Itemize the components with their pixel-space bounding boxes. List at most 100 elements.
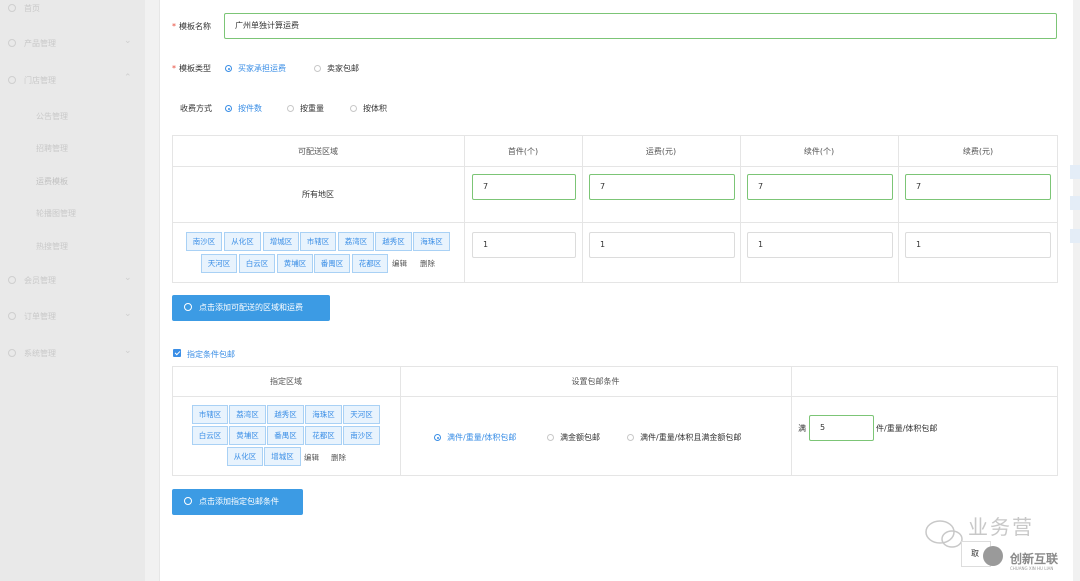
first-fee-input[interactable]: 7 xyxy=(589,174,735,200)
radio-condition-quantity[interactable]: 满件/重量/体积包邮 xyxy=(434,432,516,443)
location-pin-icon xyxy=(184,497,192,505)
sidebar-subitem[interactable]: 热搜管理 xyxy=(36,241,68,252)
sidebar-subitem[interactable]: 公告管理 xyxy=(36,111,68,122)
condition-suffix: 件/重量/体积包邮 xyxy=(876,424,938,433)
region-tag[interactable]: 市辖区 xyxy=(192,405,228,424)
table-divider xyxy=(791,366,792,476)
condition-amount-input[interactable]: 5 xyxy=(809,415,874,441)
member-icon xyxy=(8,276,16,284)
region-tag[interactable]: 荔湾区 xyxy=(338,232,374,251)
region-tag[interactable]: 花都区 xyxy=(352,254,388,273)
chevron-down-icon: ⌄ xyxy=(124,309,132,319)
radio-condition-both[interactable]: 满件/重量/体积且满金额包邮 xyxy=(627,432,741,443)
radio-seller-free[interactable]: 卖家包邮 xyxy=(314,63,359,74)
settings-icon xyxy=(8,349,16,357)
region-tag[interactable]: 南沙区 xyxy=(186,232,222,251)
region-tag[interactable]: 越秀区 xyxy=(267,405,304,424)
extra-piece-input[interactable]: 7 xyxy=(747,174,893,200)
free-shipping-checkbox[interactable] xyxy=(173,349,181,357)
radio-condition-amount[interactable]: 满金额包邮 xyxy=(547,432,600,443)
radio-by-volume[interactable]: 按体积 xyxy=(350,103,387,114)
region-tag[interactable]: 天河区 xyxy=(343,405,380,424)
brand-subtitle: CHUANG XIN HU LIAN xyxy=(1010,566,1054,571)
sidebar-subitem[interactable]: 轮播图管理 xyxy=(36,208,76,219)
region-tag[interactable]: 越秀区 xyxy=(375,232,412,251)
sidebar-subitem[interactable]: 招聘管理 xyxy=(36,143,68,154)
radio-dot xyxy=(225,105,232,112)
radio-dot xyxy=(314,65,321,72)
location-pin-icon xyxy=(184,303,192,311)
table-header: 运费(元) xyxy=(645,147,677,156)
region-tag[interactable]: 南沙区 xyxy=(343,426,380,445)
first-piece-input[interactable]: 7 xyxy=(472,174,576,200)
edge-tab[interactable] xyxy=(1070,165,1080,179)
sidebar-item-products[interactable]: 产品管理 ⌄ xyxy=(0,33,145,53)
template-name-input[interactable]: 广州单独计算运费 xyxy=(224,13,1057,39)
table-header: 指定区域 xyxy=(270,377,302,386)
region-tag[interactable]: 从化区 xyxy=(227,447,263,466)
radio-by-piece[interactable]: 按件数 xyxy=(225,103,262,114)
first-fee-input[interactable]: 1 xyxy=(589,232,735,258)
region-tag[interactable]: 番禺区 xyxy=(314,254,350,273)
charge-method-label: 收费方式 xyxy=(180,104,212,113)
table-divider xyxy=(740,135,741,283)
radio-dot xyxy=(547,434,554,441)
edge-tab[interactable] xyxy=(1070,229,1080,243)
radio-dot xyxy=(627,434,634,441)
condition-prefix: 满 xyxy=(798,424,806,433)
edit-link[interactable]: 编辑 xyxy=(304,452,319,463)
radio-dot xyxy=(225,65,232,72)
table-header: 首件(个) xyxy=(507,147,539,156)
radio-dot xyxy=(350,105,357,112)
edit-link[interactable]: 编辑 xyxy=(392,258,407,269)
radio-buyer-pays[interactable]: 买家承担运费 xyxy=(225,63,286,74)
table-divider xyxy=(172,222,1058,223)
extra-fee-input[interactable]: 7 xyxy=(905,174,1051,200)
extra-fee-input[interactable]: 1 xyxy=(905,232,1051,258)
sidebar-item-system[interactable]: 系统管理 ⌄ xyxy=(0,343,145,363)
table-divider xyxy=(172,166,1058,167)
add-condition-button[interactable]: 点击添加指定包邮条件 xyxy=(172,489,303,515)
watermark-text: 业务营 xyxy=(968,515,1034,539)
region-tag[interactable]: 花都区 xyxy=(305,426,342,445)
region-tag[interactable]: 黄埔区 xyxy=(229,426,266,445)
region-tag[interactable]: 白云区 xyxy=(192,426,228,445)
free-shipping-label[interactable]: 指定条件包邮 xyxy=(187,349,235,360)
region-tag[interactable]: 荔湾区 xyxy=(229,405,266,424)
sidebar-subitem-active[interactable]: 运费模板 xyxy=(36,176,68,187)
template-type-label: * 模板类型 xyxy=(172,64,211,73)
area-all-regions: 所有地区 xyxy=(302,190,334,199)
sidebar-item-stores[interactable]: 门店管理 ⌃ xyxy=(0,70,145,90)
add-area-button[interactable]: 点击添加可配送的区域和运费 xyxy=(172,295,330,321)
region-tag[interactable]: 海珠区 xyxy=(305,405,342,424)
delete-link[interactable]: 删除 xyxy=(331,452,346,463)
sidebar-item-orders[interactable]: 订单管理 ⌄ xyxy=(0,306,145,326)
edge-tab[interactable] xyxy=(1070,196,1080,210)
delete-link[interactable]: 删除 xyxy=(420,258,435,269)
table-divider xyxy=(582,135,583,283)
region-tag[interactable]: 白云区 xyxy=(239,254,275,273)
table-header: 续件(个) xyxy=(803,147,835,156)
region-tag[interactable]: 增城区 xyxy=(264,447,301,466)
sidebar-item-home[interactable]: 首页 xyxy=(0,0,145,18)
region-tag[interactable]: 市辖区 xyxy=(300,232,336,251)
radio-dot xyxy=(287,105,294,112)
region-tag[interactable]: 黄埔区 xyxy=(277,254,313,273)
chevron-down-icon: ⌄ xyxy=(124,36,132,46)
brand-logo-icon xyxy=(983,546,1003,566)
region-tag[interactable]: 增城区 xyxy=(263,232,299,251)
chevron-down-icon: ⌄ xyxy=(124,346,132,356)
region-tag[interactable]: 海珠区 xyxy=(413,232,450,251)
chevron-down-icon: ⌄ xyxy=(124,273,132,283)
sidebar-item-members[interactable]: 会员管理 ⌄ xyxy=(0,270,145,290)
region-tag[interactable]: 天河区 xyxy=(201,254,237,273)
region-tag[interactable]: 从化区 xyxy=(224,232,261,251)
order-icon xyxy=(8,312,16,320)
first-piece-input[interactable]: 1 xyxy=(472,232,576,258)
home-icon xyxy=(8,4,16,12)
extra-piece-input[interactable]: 1 xyxy=(747,232,893,258)
radio-by-weight[interactable]: 按重量 xyxy=(287,103,324,114)
table-divider xyxy=(464,135,465,283)
region-tag[interactable]: 番禺区 xyxy=(267,426,304,445)
chevron-up-icon: ⌃ xyxy=(124,73,132,83)
